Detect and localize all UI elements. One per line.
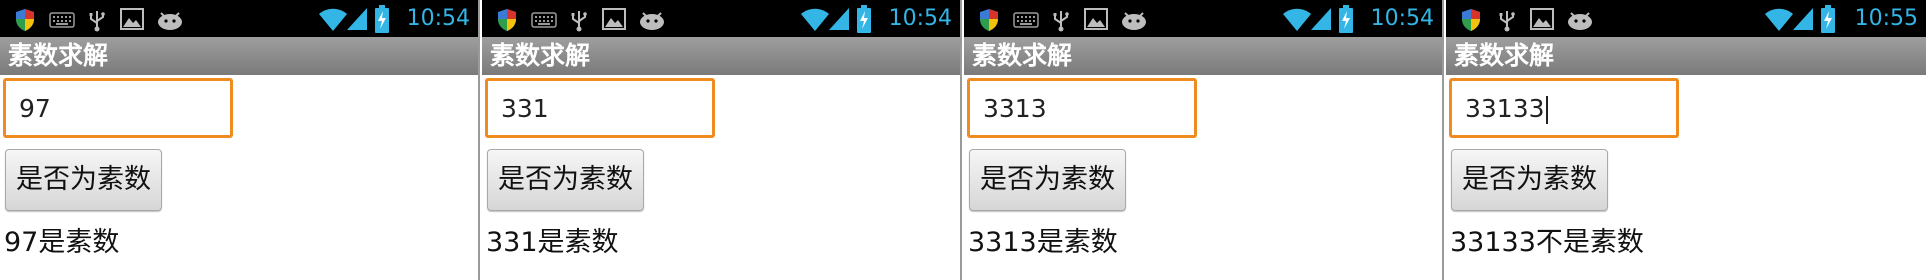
wifi-icon [1283, 8, 1311, 31]
usb-icon [571, 11, 587, 32]
usb-icon [1053, 11, 1069, 32]
signal-icon [1793, 8, 1813, 30]
shield-icon [980, 9, 998, 31]
number-input[interactable]: 331 [485, 78, 715, 138]
app-title-bar: 素数求解 [0, 37, 478, 75]
keyboard-icon [49, 12, 75, 28]
phone-screen-3: 10:54 素数求解 3313 是否为素数 3313是素数 [964, 0, 1444, 280]
keyboard-icon [1013, 12, 1039, 28]
status-bar: 10:54 [482, 0, 960, 37]
battery-charging-icon [375, 5, 389, 33]
battery-charging-icon [1339, 5, 1353, 33]
input-value-text: 33133 [1465, 94, 1545, 123]
wifi-icon [319, 8, 347, 31]
status-clock: 10:54 [888, 6, 952, 31]
phone-screen-1: 10:54 素数求解 97 是否为素数 97是素数 [0, 0, 480, 280]
android-icon [640, 12, 664, 30]
status-bar: 10:54 [964, 0, 1442, 37]
app-title-bar: 素数求解 [964, 37, 1442, 75]
keyboard-icon [531, 12, 557, 28]
wifi-icon [801, 8, 829, 31]
check-prime-button[interactable]: 是否为素数 [1451, 149, 1608, 211]
result-text: 3313是素数 [968, 227, 1118, 258]
status-bar: 10:55 [1446, 0, 1926, 37]
android-icon [1122, 12, 1146, 30]
app-title: 素数求解 [490, 41, 591, 70]
result-text: 33133不是素数 [1450, 227, 1644, 258]
phone-screen-2: 10:54 素数求解 331 是否为素数 331是素数 [482, 0, 962, 280]
app-title-bar: 素数求解 [1446, 37, 1926, 75]
number-input-value: 33133 [1465, 94, 1548, 124]
status-clock: 10:54 [406, 6, 470, 31]
battery-charging-icon [857, 5, 871, 33]
app-title: 素数求解 [972, 41, 1073, 70]
phone-screen-4: 10:55 素数求解 33133 是否为素数 33133不是素数 [1446, 0, 1926, 280]
number-input-value: 331 [501, 94, 549, 123]
number-input[interactable]: 33133 [1449, 78, 1679, 138]
android-icon [1568, 12, 1592, 30]
battery-charging-icon [1821, 5, 1835, 33]
android-icon [158, 12, 182, 30]
app-title: 素数求解 [1454, 41, 1555, 70]
usb-icon [1499, 11, 1515, 32]
wifi-icon [1765, 8, 1793, 31]
check-prime-button[interactable]: 是否为素数 [969, 149, 1126, 211]
signal-icon [829, 8, 849, 30]
status-clock: 10:55 [1854, 6, 1918, 31]
check-prime-button[interactable]: 是否为素数 [487, 149, 644, 211]
gallery-icon [602, 8, 626, 30]
shield-icon [1462, 9, 1480, 31]
result-text: 331是素数 [486, 227, 619, 258]
shield-icon [498, 9, 516, 31]
app-title: 素数求解 [8, 41, 109, 70]
number-input-value: 97 [19, 94, 51, 123]
gallery-icon [1530, 8, 1554, 30]
result-text: 97是素数 [4, 227, 120, 258]
app-title-bar: 素数求解 [482, 37, 960, 75]
usb-icon [89, 11, 105, 32]
number-input-value: 3313 [983, 94, 1047, 123]
gallery-icon [120, 8, 144, 30]
check-prime-button[interactable]: 是否为素数 [5, 149, 162, 211]
status-clock: 10:54 [1370, 6, 1434, 31]
number-input[interactable]: 3313 [967, 78, 1197, 138]
shield-icon [16, 9, 34, 31]
number-input[interactable]: 97 [3, 78, 233, 138]
text-cursor [1545, 96, 1548, 124]
status-bar: 10:54 [0, 0, 478, 37]
gallery-icon [1084, 8, 1108, 30]
signal-icon [1311, 8, 1331, 30]
signal-icon [347, 8, 367, 30]
